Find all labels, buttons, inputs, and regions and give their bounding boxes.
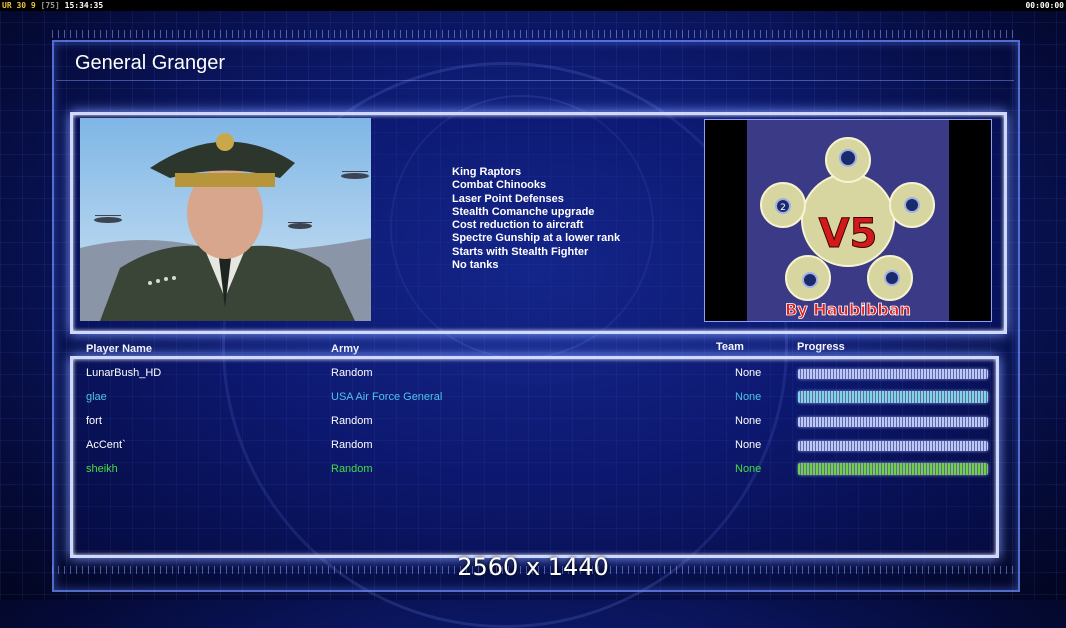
player-name: LunarBush_HD — [86, 367, 162, 379]
map-preview: 2 V5 By Haubibban — [704, 119, 992, 322]
feature-item: King Raptors — [452, 166, 522, 178]
map-title: V5 — [819, 211, 878, 257]
fps-counter: UR 30 9 [75] 15:34:35 — [2, 0, 103, 11]
general-portrait — [80, 118, 371, 321]
title-divider — [56, 80, 1014, 81]
feature-item: Cost reduction to aircraft — [452, 219, 584, 232]
general-feature-list: King Raptors Combat Chinooks Laser Point… — [452, 166, 620, 272]
feature-item: Laser Point Defenses — [452, 192, 564, 205]
player-team: None — [735, 415, 762, 427]
header-army: Army — [331, 343, 360, 355]
feature-item: Starts with Stealth Fighter — [452, 245, 589, 258]
top-tick-strip — [52, 30, 1018, 38]
feature-item: Stealth Comanche upgrade — [452, 205, 595, 218]
feature-item: Combat Chinooks — [452, 179, 547, 192]
map-start-label: 2 — [780, 203, 786, 213]
player-army: USA Air Force General — [331, 391, 443, 403]
player-army: Random — [331, 463, 373, 475]
general-name: General Granger — [75, 52, 226, 74]
progress-bar — [798, 417, 988, 427]
player-team: None — [735, 439, 762, 451]
player-army: Random — [331, 439, 373, 451]
player-name: sheikh — [86, 463, 118, 475]
progress-bar — [798, 463, 988, 475]
clock: 15:34:35 — [64, 1, 104, 10]
map-author: By Haubibban — [785, 300, 911, 319]
fps-label: UR 30 9 — [2, 1, 36, 10]
player-team: None — [735, 463, 762, 475]
feature-item: No tanks — [452, 259, 499, 272]
player-row: LunarBush_HD Random None — [0, 367, 1066, 391]
header-team: Team — [716, 341, 744, 353]
player-row: fort Random None — [0, 415, 1066, 439]
feature-item: Spectre Gunship at a lower rank — [452, 232, 621, 245]
resolution-label: 2560 x 1440 — [457, 553, 609, 581]
player-row: sheikh Random None — [0, 463, 1066, 487]
progress-bar — [798, 441, 988, 451]
player-name: glae — [86, 391, 107, 403]
player-army: Random — [331, 367, 373, 379]
header-progress: Progress — [797, 341, 845, 353]
player-row: glae USA Air Force General None — [0, 391, 1066, 415]
player-name: AcCent` — [86, 439, 126, 451]
player-team: None — [735, 391, 762, 403]
overlay-bar: UR 30 9 [75] 15:34:35 00:00:00 — [0, 0, 1066, 11]
game-timer: 00:00:00 — [1025, 1, 1064, 10]
header-player-name: Player Name — [86, 343, 153, 355]
player-team: None — [735, 367, 762, 379]
progress-bar — [798, 391, 988, 403]
progress-bar — [798, 369, 988, 379]
player-army: Random — [331, 415, 373, 427]
fps-bracket: [75] — [40, 1, 60, 10]
player-row: AcCent` Random None — [0, 439, 1066, 463]
player-name: fort — [86, 415, 102, 427]
